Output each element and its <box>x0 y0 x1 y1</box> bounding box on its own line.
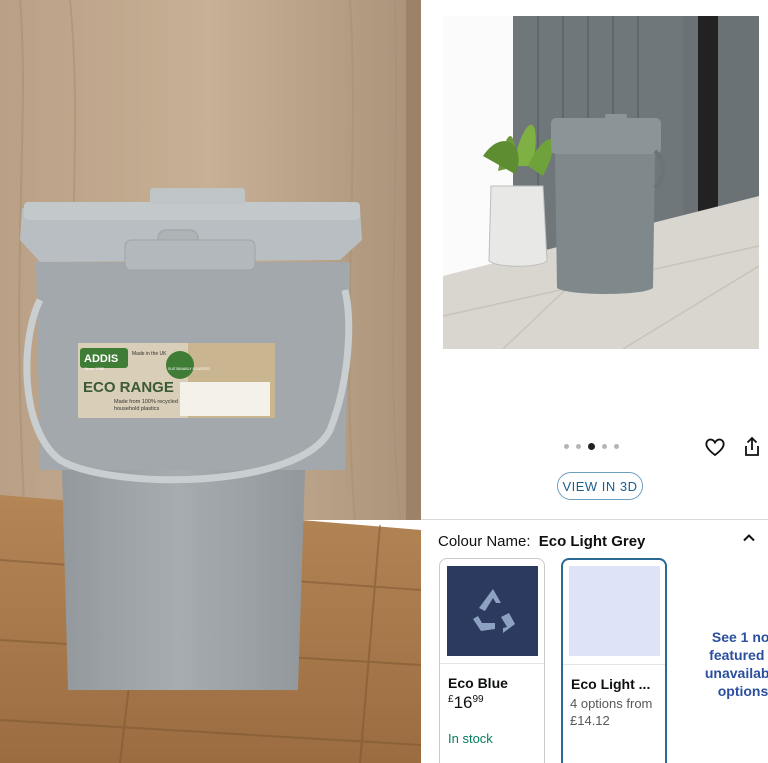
heart-icon[interactable] <box>703 435 727 459</box>
label-made-in: Made in the UK <box>132 351 167 357</box>
variant-price: £1699 <box>448 693 484 712</box>
label-range: ECO RANGE <box>83 379 174 396</box>
stock-status: In stock <box>448 731 493 746</box>
label-since: Since 1780 <box>84 366 105 371</box>
see-unavailable-options-link[interactable]: See 1 not featured o unavailable options <box>683 628 768 700</box>
product-scene-illustration <box>443 16 759 349</box>
carousel-dot[interactable] <box>576 443 581 449</box>
customer-photo: ADDIS Since 1780 Made in the UK SUSTAINA… <box>0 0 421 763</box>
label-seal: SUSTAINABLY SOURCED <box>168 367 210 371</box>
share-icon[interactable] <box>740 435 764 459</box>
product-panel: VIEW IN 3D Colour Name: Eco Light Grey E… <box>421 0 768 763</box>
section-divider <box>421 519 768 520</box>
view-in-3d-button[interactable]: VIEW IN 3D <box>557 472 643 500</box>
variant-card-eco-light-grey[interactable]: Eco Light ... 4 options from £14.12 <box>561 558 667 763</box>
variant-card-eco-blue[interactable]: Eco Blue £1699 In stock <box>439 558 545 763</box>
variant-name: Eco Light ... <box>571 676 651 692</box>
label-material-1: Made from 100% recycled <box>114 399 178 405</box>
variant-swatch <box>447 566 538 656</box>
label-brand: ADDIS <box>84 353 118 365</box>
carousel-dot[interactable] <box>614 443 619 449</box>
carousel-dot[interactable] <box>602 443 607 449</box>
variant-name: Eco Blue <box>448 675 508 691</box>
colour-name-row: Colour Name: Eco Light Grey <box>438 533 645 550</box>
colour-value: Eco Light Grey <box>538 533 646 550</box>
carousel-dot[interactable] <box>564 443 569 449</box>
bin-photo-illustration: ADDIS Since 1780 Made in the UK SUSTAINA… <box>0 0 421 763</box>
label-material-2: household plastics <box>114 406 160 412</box>
colour-label: Colour Name: <box>438 533 531 550</box>
carousel-dot-active[interactable] <box>588 442 595 450</box>
image-carousel-dots[interactable] <box>564 441 619 451</box>
variant-swatch <box>569 566 660 656</box>
chevron-up-icon[interactable] <box>741 530 757 546</box>
product-main-image[interactable] <box>443 16 759 349</box>
recycle-icon <box>472 589 515 633</box>
variant-options: 4 options from £14.12 <box>570 696 653 728</box>
